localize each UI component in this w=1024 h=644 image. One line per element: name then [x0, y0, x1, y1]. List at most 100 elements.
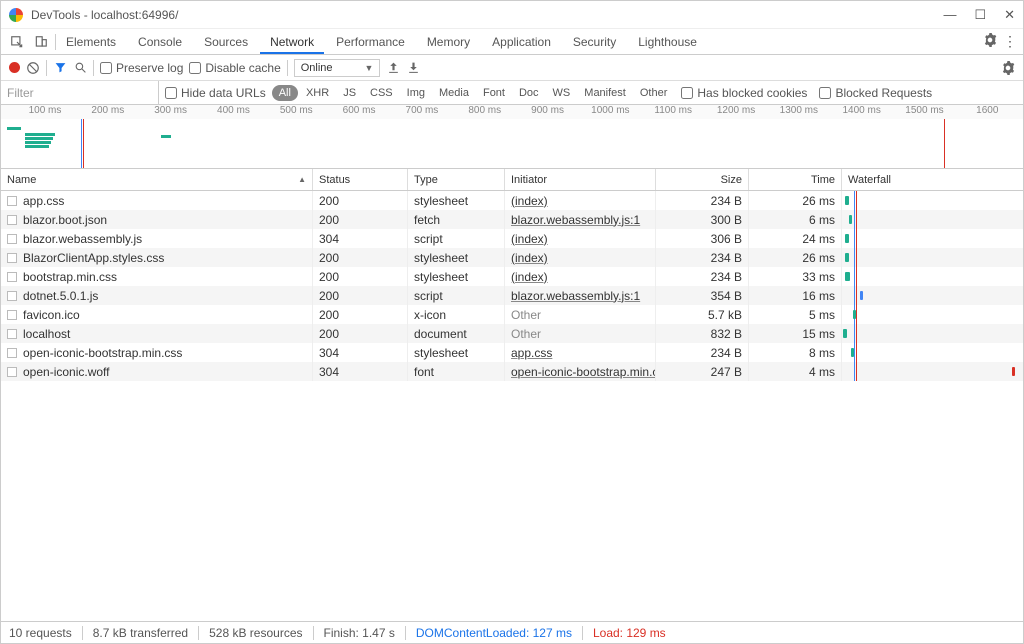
request-initiator[interactable]: (index)	[511, 251, 548, 265]
request-size: 306 B	[656, 229, 749, 248]
table-row[interactable]: bootstrap.min.css200stylesheet(index)234…	[1, 267, 1023, 286]
file-icon	[7, 310, 17, 320]
request-initiator[interactable]: open-iconic-bootstrap.min.css	[511, 365, 656, 379]
clear-button[interactable]	[26, 61, 40, 75]
filter-type-all[interactable]: All	[272, 85, 298, 101]
timeline-tick: 300 ms	[154, 105, 187, 116]
tab-lighthouse[interactable]: Lighthouse	[628, 30, 707, 54]
filter-type-media[interactable]: Media	[433, 85, 475, 101]
filter-type-js[interactable]: JS	[337, 85, 362, 101]
device-toggle-icon[interactable]	[31, 32, 51, 52]
table-row[interactable]: dotnet.5.0.1.js200scriptblazor.webassemb…	[1, 286, 1023, 305]
request-initiator[interactable]: app.css	[511, 346, 552, 360]
filter-type-other[interactable]: Other	[634, 85, 674, 101]
filter-type-doc[interactable]: Doc	[513, 85, 545, 101]
table-row[interactable]: localhost200documentOther832 B15 ms	[1, 324, 1023, 343]
timeline-tick: 1100 ms	[654, 105, 692, 116]
column-time[interactable]: Time	[749, 169, 842, 190]
tab-performance[interactable]: Performance	[326, 30, 415, 54]
blocked-requests-checkbox[interactable]: Blocked Requests	[819, 86, 932, 100]
filter-icon[interactable]	[53, 61, 67, 75]
hide-data-urls-checkbox[interactable]: Hide data URLs	[165, 86, 266, 100]
request-status: 200	[313, 210, 408, 229]
table-row[interactable]: blazor.webassembly.js304script(index)306…	[1, 229, 1023, 248]
request-status: 200	[313, 267, 408, 286]
request-initiator[interactable]: blazor.webassembly.js:1	[511, 213, 640, 227]
file-icon	[7, 215, 17, 225]
request-waterfall	[842, 267, 1023, 286]
tab-elements[interactable]: Elements	[56, 30, 126, 54]
request-type: stylesheet	[408, 267, 505, 286]
request-type: script	[408, 286, 505, 305]
timeline-overview[interactable]: 100 ms200 ms300 ms400 ms500 ms600 ms700 …	[1, 105, 1023, 169]
request-initiator[interactable]: blazor.webassembly.js:1	[511, 289, 640, 303]
table-row[interactable]: BlazorClientApp.styles.css200stylesheet(…	[1, 248, 1023, 267]
request-initiator[interactable]: (index)	[511, 194, 548, 208]
request-waterfall	[842, 324, 1023, 343]
tab-security[interactable]: Security	[563, 30, 626, 54]
close-button[interactable]: ✕	[1004, 7, 1015, 23]
timeline-tick: 1400 ms	[842, 105, 880, 116]
inspect-icon[interactable]	[7, 32, 27, 52]
filter-type-font[interactable]: Font	[477, 85, 511, 101]
disable-cache-checkbox[interactable]: Disable cache	[189, 61, 280, 75]
tab-console[interactable]: Console	[128, 30, 192, 54]
minimize-button[interactable]: —	[943, 7, 956, 23]
table-row[interactable]: open-iconic.woff304fontopen-iconic-boots…	[1, 362, 1023, 381]
request-name: blazor.webassembly.js	[23, 232, 142, 246]
table-row[interactable]: blazor.boot.json200fetchblazor.webassemb…	[1, 210, 1023, 229]
tab-memory[interactable]: Memory	[417, 30, 480, 54]
timeline-tick: 500 ms	[280, 105, 313, 116]
settings-icon[interactable]	[983, 33, 997, 50]
filter-type-xhr[interactable]: XHR	[300, 85, 335, 101]
request-name: dotnet.5.0.1.js	[23, 289, 98, 303]
request-status: 200	[313, 324, 408, 343]
filter-type-img[interactable]: Img	[401, 85, 431, 101]
column-type[interactable]: Type	[408, 169, 505, 190]
maximize-button[interactable]: ☐	[974, 7, 986, 23]
column-initiator[interactable]: Initiator	[505, 169, 656, 190]
tab-network[interactable]: Network	[260, 30, 324, 54]
timeline-tick: 1200 ms	[717, 105, 755, 116]
preserve-log-checkbox[interactable]: Preserve log	[100, 61, 183, 75]
table-row[interactable]: favicon.ico200x-iconOther5.7 kB5 ms	[1, 305, 1023, 324]
table-body: app.css200stylesheet(index)234 B26 ms bla…	[1, 191, 1023, 621]
timeline-tick: 600 ms	[343, 105, 376, 116]
timeline-tick: 1300 ms	[780, 105, 818, 116]
record-button[interactable]	[9, 62, 20, 73]
request-waterfall	[842, 305, 1023, 324]
status-finish: Finish: 1.47 s	[324, 626, 395, 640]
filter-type-css[interactable]: CSS	[364, 85, 399, 101]
more-icon[interactable]: ⋮	[1003, 33, 1017, 50]
table-row[interactable]: app.css200stylesheet(index)234 B26 ms	[1, 191, 1023, 210]
column-name[interactable]: Name	[1, 169, 313, 190]
status-bar: 10 requests 8.7 kB transferred 528 kB re…	[1, 621, 1023, 643]
has-blocked-cookies-checkbox[interactable]: Has blocked cookies	[681, 86, 807, 100]
request-status: 304	[313, 229, 408, 248]
filter-type-ws[interactable]: WS	[547, 85, 577, 101]
column-size[interactable]: Size	[656, 169, 749, 190]
request-name: localhost	[23, 327, 70, 341]
request-time: 24 ms	[749, 229, 842, 248]
tab-sources[interactable]: Sources	[194, 30, 258, 54]
upload-icon[interactable]	[386, 61, 400, 75]
search-icon[interactable]	[73, 61, 87, 75]
request-time: 16 ms	[749, 286, 842, 305]
timeline-tick: 1000 ms	[591, 105, 629, 116]
column-status[interactable]: Status	[313, 169, 408, 190]
download-icon[interactable]	[406, 61, 420, 75]
settings-icon[interactable]	[1001, 61, 1015, 75]
tab-application[interactable]: Application	[482, 30, 561, 54]
request-initiator[interactable]: (index)	[511, 232, 548, 246]
column-waterfall[interactable]: Waterfall	[842, 169, 1023, 190]
filter-input[interactable]	[1, 81, 159, 104]
request-type: stylesheet	[408, 248, 505, 267]
request-size: 5.7 kB	[656, 305, 749, 324]
request-name: blazor.boot.json	[23, 213, 107, 227]
request-size: 832 B	[656, 324, 749, 343]
throttling-select[interactable]: Online▼	[294, 59, 381, 77]
request-time: 4 ms	[749, 362, 842, 381]
filter-type-manifest[interactable]: Manifest	[578, 85, 632, 101]
request-initiator[interactable]: (index)	[511, 270, 548, 284]
table-row[interactable]: open-iconic-bootstrap.min.css304styleshe…	[1, 343, 1023, 362]
